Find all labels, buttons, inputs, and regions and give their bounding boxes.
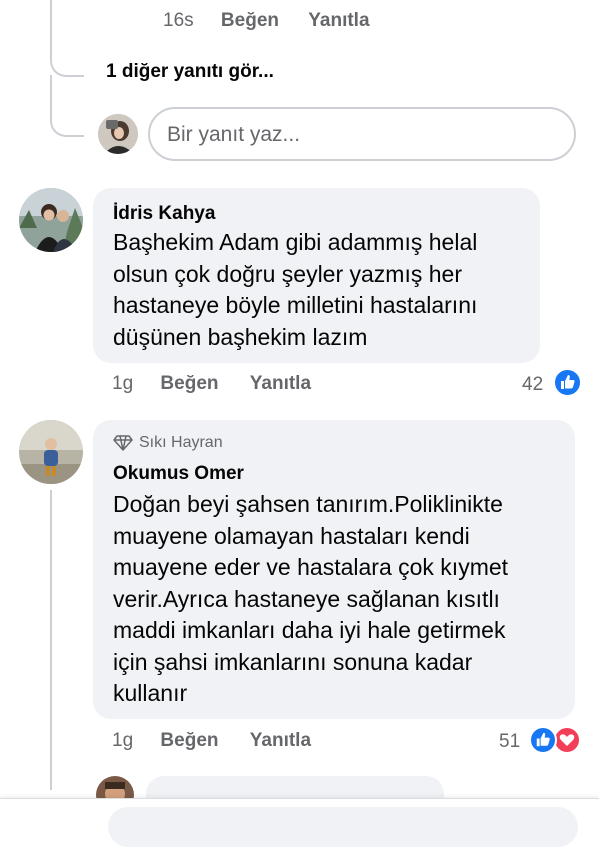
reply-time[interactable]: 16s: [163, 10, 194, 31]
comment-reply-button[interactable]: Yanıtla: [250, 373, 311, 394]
diamond-icon: [113, 435, 133, 451]
comment-reply-button[interactable]: Yanıtla: [250, 730, 311, 751]
comment-like-button[interactable]: Beğen: [160, 373, 218, 394]
comment-line: muayene eder ve hastalara çok kıymet: [113, 554, 509, 580]
like-icon: [553, 368, 582, 397]
comment-time[interactable]: 1g: [112, 373, 133, 394]
thread-line: [50, 75, 84, 137]
comment-line: için şahsi imkanlarını sonuna kadar: [113, 648, 473, 675]
view-more-replies-link[interactable]: 1 diğer yanıtı gör...: [106, 61, 274, 83]
comment-line: kullanır: [113, 680, 188, 706]
reply-like-button[interactable]: Beğen: [221, 10, 279, 31]
comment-line: olsun çok doğru şeyler yazmış her: [113, 260, 462, 287]
comment-input[interactable]: [108, 807, 578, 847]
avatar-photo-icon: [19, 420, 83, 484]
comment-author[interactable]: İdris Kahya: [113, 203, 215, 225]
thread-line: [50, 490, 52, 790]
comment-line: muayene olamayan hastaları kendi: [113, 522, 470, 549]
comment-line: verir.Ayrıca hastaneye sağlanan kısıtlı: [113, 585, 500, 612]
current-user-avatar[interactable]: [98, 114, 138, 154]
commenter-avatar[interactable]: [19, 188, 83, 252]
top-fan-badge: Sıkı Hayran: [113, 434, 223, 452]
comment-like-button[interactable]: Beğen: [160, 730, 218, 751]
reaction-count[interactable]: 51: [499, 731, 520, 753]
thread-line: [50, 0, 84, 77]
comment-author[interactable]: Okumus Omer: [113, 463, 244, 485]
bottom-composer-bar: [0, 798, 599, 847]
comment-line: Başhekim Adam gibi adammış helal: [113, 229, 478, 255]
comment-text: Başhekim Adam gibi adammış helal olsun ç…: [113, 227, 477, 353]
reaction-count[interactable]: 42: [522, 374, 543, 396]
top-fan-label: Sıkı Hayran: [139, 434, 223, 451]
comment-meta-row: 1g Beğen Yanıtla: [112, 730, 311, 752]
comment-line: düşünen başhekim lazım: [113, 323, 368, 350]
comment-line: hastaneye böyle milletini hastalarını: [113, 292, 478, 318]
like-icon: [529, 726, 557, 754]
comment-meta-row: 1g Beğen Yanıtla: [112, 373, 311, 395]
love-icon: [553, 726, 581, 754]
reply-input[interactable]: Bir yanıt yaz...: [148, 107, 576, 161]
avatar-photo-icon: [98, 114, 138, 154]
avatar-photo-icon: [19, 188, 83, 252]
comment-line: Doğan beyi şahsen tanırım.Poliklinikte: [113, 491, 503, 517]
reply-input-placeholder: Bir yanıt yaz...: [167, 123, 301, 146]
comment-time[interactable]: 1g: [112, 730, 133, 751]
commenter-avatar[interactable]: [19, 420, 83, 484]
reply-meta-row: 16s Beğen Yanıtla: [163, 10, 370, 32]
comment-line: maddi imkanları daha iyi hale getirmek: [113, 617, 506, 643]
comment-text: Doğan beyi şahsen tanırım.Poliklinikte m…: [113, 489, 508, 710]
reply-reply-button[interactable]: Yanıtla: [308, 10, 369, 31]
